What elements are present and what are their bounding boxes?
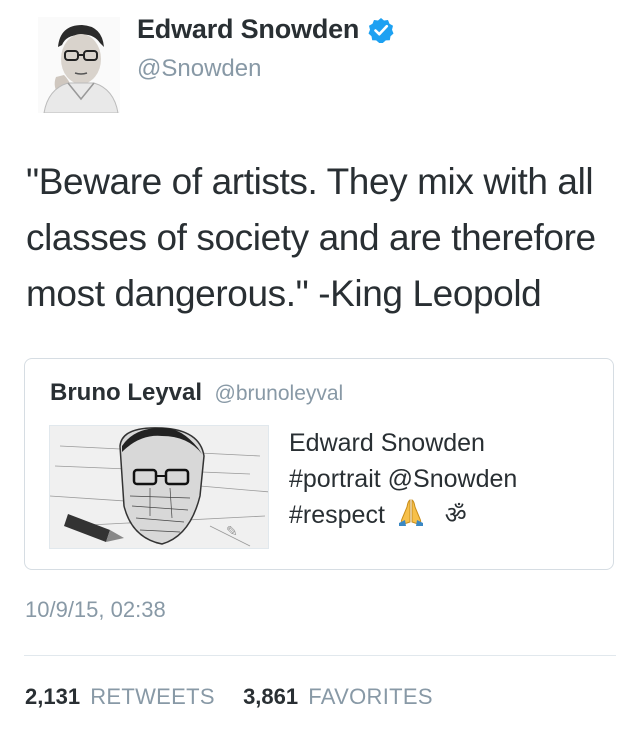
tweet-text-line: classes of society and are therefore (26, 217, 596, 258)
favorites-label: FAVORITES (308, 684, 433, 709)
tweet-text-line: most dangerous." -King Leopold (26, 273, 542, 314)
tweet-text-line: "Beware of artists. They mix with all (26, 161, 594, 202)
retweets-stat[interactable]: 2,131 RETWEETS (25, 684, 221, 709)
quoted-tweet-header: Bruno Leyval @brunoleyval (50, 379, 343, 407)
quoted-author-name[interactable]: Bruno Leyval (50, 379, 202, 406)
quoted-tweet-card[interactable]: Bruno Leyval @brunoleyval ✎ Edward Snowd… (24, 358, 614, 570)
tweet-stats: 2,131 RETWEETS 3,861 FAVORITES (25, 684, 433, 710)
tweet-text: "Beware of artists. They mix with all cl… (26, 154, 622, 322)
verified-badge-icon (368, 17, 394, 43)
favorites-count: 3,861 (243, 684, 299, 709)
svg-text:✎: ✎ (226, 524, 238, 540)
om-symbol: ॐ (444, 502, 467, 529)
favorites-stat[interactable]: 3,861 FAVORITES (243, 684, 433, 709)
quoted-author-handle[interactable]: @brunoleyval (215, 382, 344, 405)
quoted-tweet-text: Edward Snowden #portrait @Snowden #respe… (289, 425, 589, 537)
author-name[interactable]: Edward Snowden (137, 14, 359, 45)
author-handle[interactable]: @Snowden (137, 55, 394, 83)
tweet-author[interactable]: Edward Snowden @Snowden (137, 14, 394, 83)
quoted-text-line-3: #respect ॐ (289, 497, 589, 537)
hashtag-respect[interactable]: #respect (289, 501, 385, 529)
quoted-text-line: #portrait @Snowden (289, 465, 518, 493)
sketch-portrait-image: ✎ (50, 426, 268, 548)
avatar[interactable] (38, 17, 120, 113)
quoted-text-line: Edward Snowden (289, 429, 485, 457)
retweets-count: 2,131 (25, 684, 81, 709)
folded-hands-icon (396, 497, 426, 537)
tweet-timestamp[interactable]: 10/9/15, 02:38 (25, 597, 166, 623)
avatar-portrait-image (38, 17, 120, 113)
author-name-row: Edward Snowden (137, 14, 394, 45)
divider (24, 655, 616, 656)
retweets-label: RETWEETS (90, 684, 215, 709)
quoted-tweet-image[interactable]: ✎ (49, 425, 269, 549)
